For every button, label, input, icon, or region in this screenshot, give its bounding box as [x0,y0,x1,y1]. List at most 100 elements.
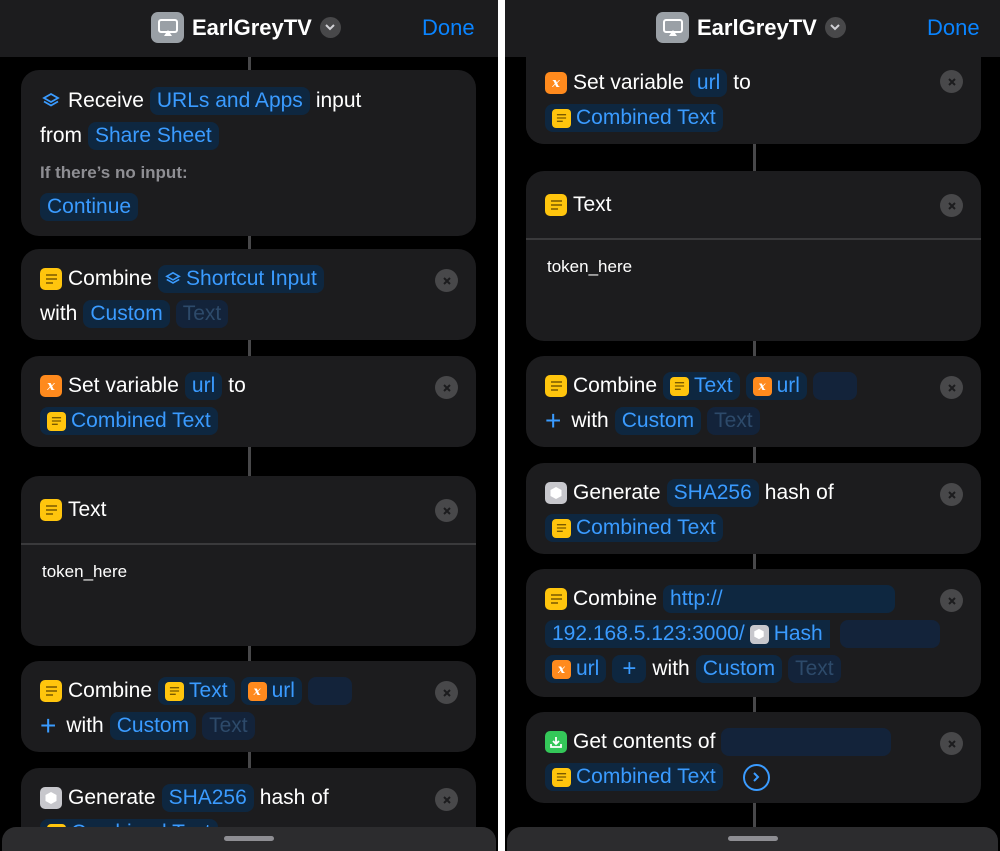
combined-text-token[interactable]: Combined Text [545,763,723,791]
combined-text-label: Combined Text [576,765,716,788]
text-variable-token[interactable]: Text [663,372,740,400]
variable-x-icon: x [247,681,267,701]
separator-text-field[interactable]: Text [788,655,841,683]
hexagon-icon [545,482,567,504]
custom-token[interactable]: Custom [614,407,702,435]
shortcut-title: EarlGreyTV [192,14,312,40]
close-icon[interactable] [940,483,963,506]
text-doc-icon [165,681,185,701]
combine-url-action-card[interactable]: Combine http:// 192.168.5.123:3000/ Hash… [526,569,981,697]
chevron-down-icon[interactable] [824,17,846,38]
title-menu[interactable]: EarlGreyTV [656,12,846,43]
text-action-title: Text [573,193,612,216]
text-doc-icon [552,108,571,128]
url-token-label: url [776,374,800,397]
close-icon[interactable] [940,732,963,755]
done-button[interactable]: Done [927,15,980,41]
get-contents-verb: Get contents of [573,730,716,753]
input-types-token[interactable]: URLs and Apps [149,87,310,115]
combined-text-label: Combined Text [71,409,211,432]
combined-text-token[interactable]: Combined Text [545,104,723,132]
combine-action-card[interactable]: Combine Shortcut Input with Custom Text [21,249,476,340]
close-icon[interactable] [940,376,963,399]
combine-action-card[interactable]: Combine Text x url + with Custom Text [21,661,476,752]
layers-icon [40,90,62,112]
with-word: with [40,302,78,325]
variable-x-icon: x [40,375,62,397]
variable-name-token[interactable]: url [689,69,728,97]
close-icon[interactable] [435,376,458,399]
plus-icon[interactable]: + [612,655,647,683]
set-variable-verb: Set variable [573,71,684,94]
url-prefix-token[interactable]: http:// [663,585,896,613]
text-content-field[interactable]: token_here [547,257,632,277]
close-icon[interactable] [435,499,458,522]
get-contents-action-card[interactable]: Get contents of Combined Text [526,712,981,803]
bottom-sheet-handle-bar[interactable] [2,827,496,851]
bottom-sheet-handle-bar[interactable] [507,827,998,851]
separator-text-field[interactable]: Text [202,712,255,740]
arrow-right-circle-icon[interactable] [742,763,770,791]
combine-verb: Combine [573,374,658,397]
input-word: input [315,89,362,112]
url-variable-token[interactable]: x url [745,372,807,400]
done-button[interactable]: Done [422,15,475,41]
shortcut-input-token[interactable]: Shortcut Input [158,265,324,293]
text-action-title: Text [68,498,107,521]
text-action-card[interactable]: Text token_here [21,476,476,646]
set-variable-action-card[interactable]: x Set variable url to Combined Text [21,356,476,447]
shortcut-input-label: Shortcut Input [186,267,317,290]
combined-text-label: Combined Text [576,516,716,539]
url-host-label: 192.168.5.123:3000/ [552,622,745,645]
text-content-field[interactable]: token_here [42,562,127,582]
empty-list-slot[interactable] [721,728,892,756]
text-action-card[interactable]: Text token_here [526,171,981,341]
set-variable-action-card-visible[interactable]: x Set variable url to Combined Text [526,57,981,144]
variable-x-icon: x [552,659,571,679]
close-icon[interactable] [435,269,458,292]
empty-list-slot[interactable] [839,620,940,648]
custom-token[interactable]: Custom [83,300,170,328]
algorithm-token[interactable]: SHA256 [161,784,254,812]
variable-x-icon: x [752,376,772,396]
separator-text-field[interactable]: Text [175,300,229,328]
divider [21,543,476,545]
empty-list-slot[interactable] [812,372,857,400]
separator-text-field[interactable]: Text [707,407,760,435]
close-icon[interactable] [940,70,963,93]
receive-action-card[interactable]: Receive URLs and Apps input from Share S… [21,70,476,236]
close-icon[interactable] [435,788,458,811]
close-icon[interactable] [940,194,963,217]
close-icon[interactable] [940,589,963,612]
combine-action-card[interactable]: Combine Text x url + with Custom Text [526,356,981,447]
chevron-down-icon[interactable] [319,17,341,38]
url-host-token[interactable]: 192.168.5.123:3000/ Hash [545,620,830,648]
variable-name-token[interactable]: url [184,372,223,400]
plus-icon[interactable]: + [545,407,561,435]
url-variable-token[interactable]: x url [240,677,302,705]
url-variable-token[interactable]: x url [545,655,607,683]
text-doc-icon [552,518,571,538]
right-screenshot: EarlGreyTV Done x Set variable url to Co… [505,0,1000,851]
text-variable-token[interactable]: Text [158,677,235,705]
plus-icon[interactable]: + [40,712,56,740]
continue-token[interactable]: Continue [40,193,139,221]
text-token-label: Text [694,374,733,397]
close-icon[interactable] [435,681,458,704]
custom-token[interactable]: Custom [695,655,783,683]
share-sheet-token[interactable]: Share Sheet [88,122,219,150]
generate-verb: Generate [573,481,661,504]
generate-hash-action-card[interactable]: Generate SHA256 hash of Combined Text [526,463,981,554]
drag-handle[interactable] [224,836,274,841]
combined-text-token[interactable]: Combined Text [40,407,218,435]
title-menu[interactable]: EarlGreyTV [151,12,341,43]
receive-verb: Receive [68,89,144,112]
empty-list-slot[interactable] [307,677,352,705]
drag-handle[interactable] [727,836,778,841]
combined-text-token[interactable]: Combined Text [545,514,723,542]
set-variable-verb: Set variable [68,374,179,397]
algorithm-token[interactable]: SHA256 [666,479,759,507]
custom-token[interactable]: Custom [109,712,197,740]
text-doc-icon [40,499,62,521]
url-token-label: url [271,679,295,702]
